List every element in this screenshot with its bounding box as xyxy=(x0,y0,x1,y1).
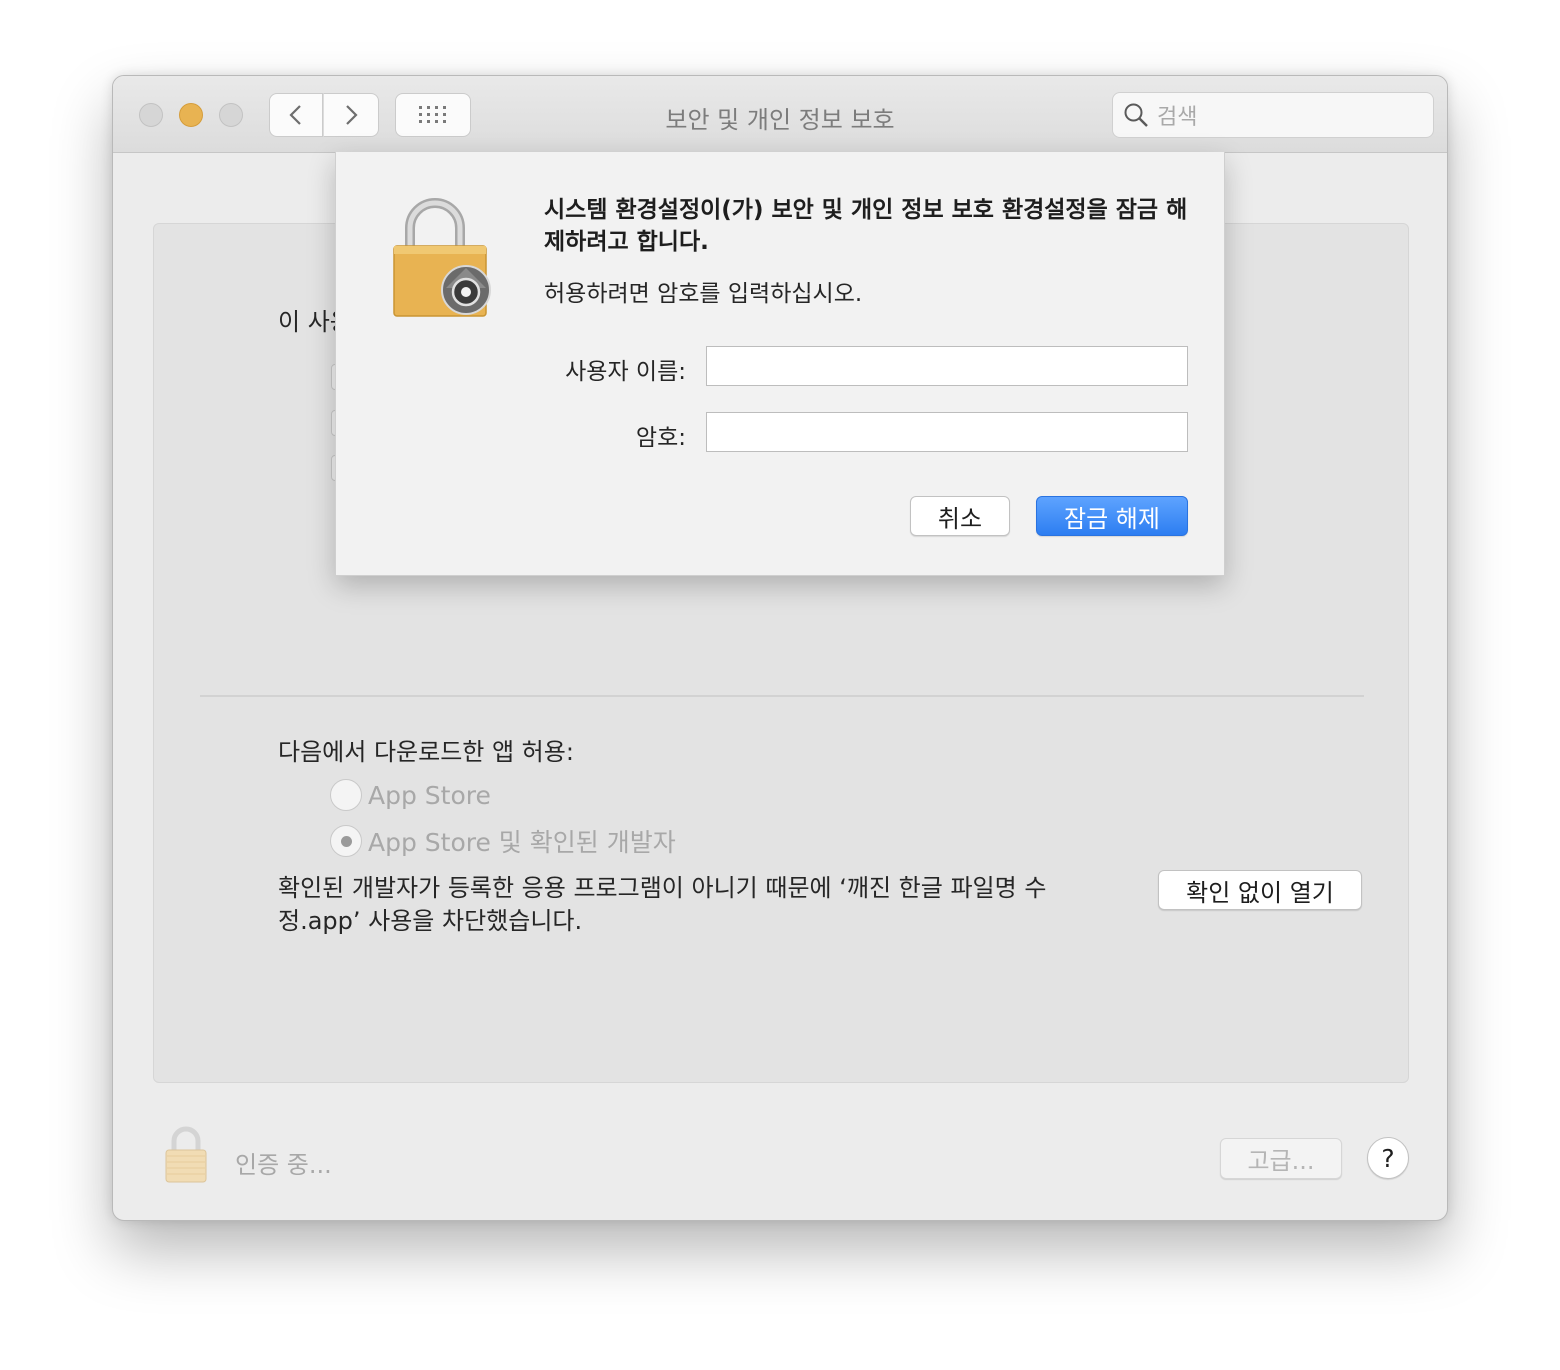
lock-icon[interactable] xyxy=(163,1126,209,1184)
radio-label: App Store 및 확인된 개발자 xyxy=(368,828,676,857)
radio-app-store-identified[interactable]: App Store 및 확인된 개발자 xyxy=(330,823,676,859)
username-field[interactable] xyxy=(706,346,1188,386)
auth-sheet-title: 시스템 환경설정이(가) 보안 및 개인 정보 보호 환경설정을 잠금 해제하려… xyxy=(544,197,1188,255)
lock-icon xyxy=(393,198,491,317)
radio-button[interactable] xyxy=(330,825,362,857)
advanced-button[interactable]: 고급... xyxy=(1220,1138,1342,1179)
radio-button[interactable] xyxy=(330,779,362,811)
blocked-app-message: 확인된 개발자가 등록한 응용 프로그램이 아니기 때문에 ‘깨진 한글 파일명… xyxy=(278,874,1047,935)
unlock-button[interactable]: 잠금 해제 xyxy=(1036,496,1188,536)
auth-sheet-message: 허용하려면 암호를 입력하십시오. xyxy=(544,281,863,307)
auth-status-text: 인증 중... xyxy=(235,1151,332,1179)
search-field[interactable]: 검색 xyxy=(1112,92,1434,138)
password-field[interactable] xyxy=(706,412,1188,452)
username-label: 사용자 이름: xyxy=(565,359,686,385)
title-bar: 보안 및 개인 정보 보호 검색 xyxy=(113,76,1447,153)
auth-sheet: 시스템 환경설정이(가) 보안 및 개인 정보 보호 환경설정을 잠금 해제하려… xyxy=(335,152,1225,576)
help-button[interactable]: ? xyxy=(1367,1137,1409,1179)
cancel-button[interactable]: 취소 xyxy=(910,496,1010,536)
radio-selected-dot xyxy=(340,835,352,847)
radio-label: App Store xyxy=(368,780,491,810)
password-label: 암호: xyxy=(635,425,686,451)
search-placeholder: 검색 xyxy=(1157,105,1198,130)
radio-app-store[interactable]: App Store xyxy=(330,779,491,811)
allow-apps-label: 다음에서 다운로드한 앱 허용: xyxy=(278,738,574,766)
search-icon xyxy=(1124,103,1148,127)
open-anyway-button[interactable]: 확인 없이 열기 xyxy=(1158,870,1362,910)
section-divider xyxy=(200,695,1364,697)
